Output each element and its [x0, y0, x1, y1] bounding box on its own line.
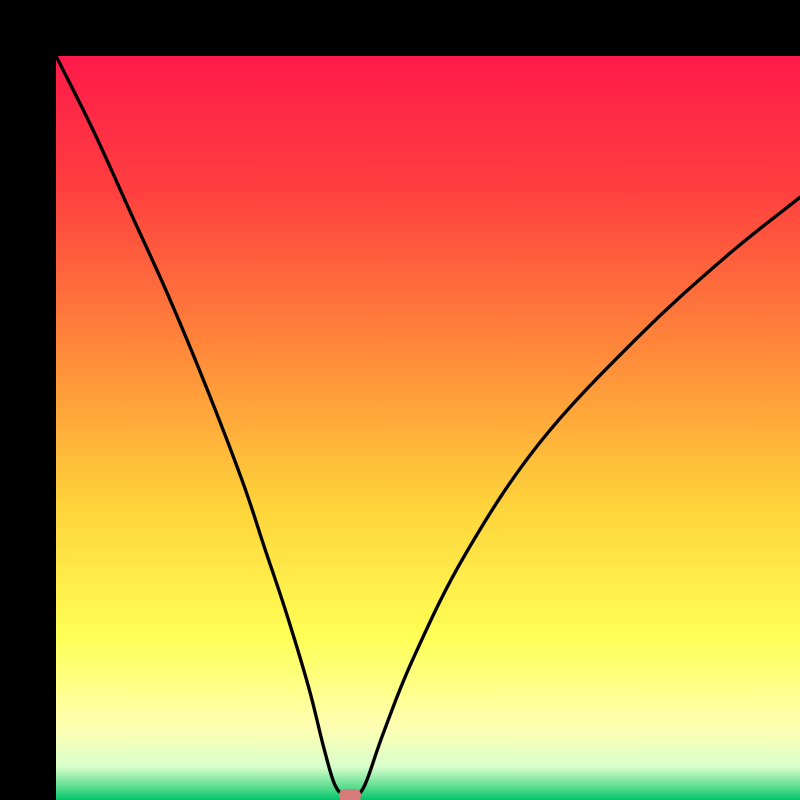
chart-frame	[0, 0, 800, 800]
optimal-point-marker	[339, 789, 361, 800]
chart-plot-area	[56, 56, 800, 800]
curve-layer	[56, 56, 800, 800]
bottleneck-curve	[56, 56, 800, 798]
